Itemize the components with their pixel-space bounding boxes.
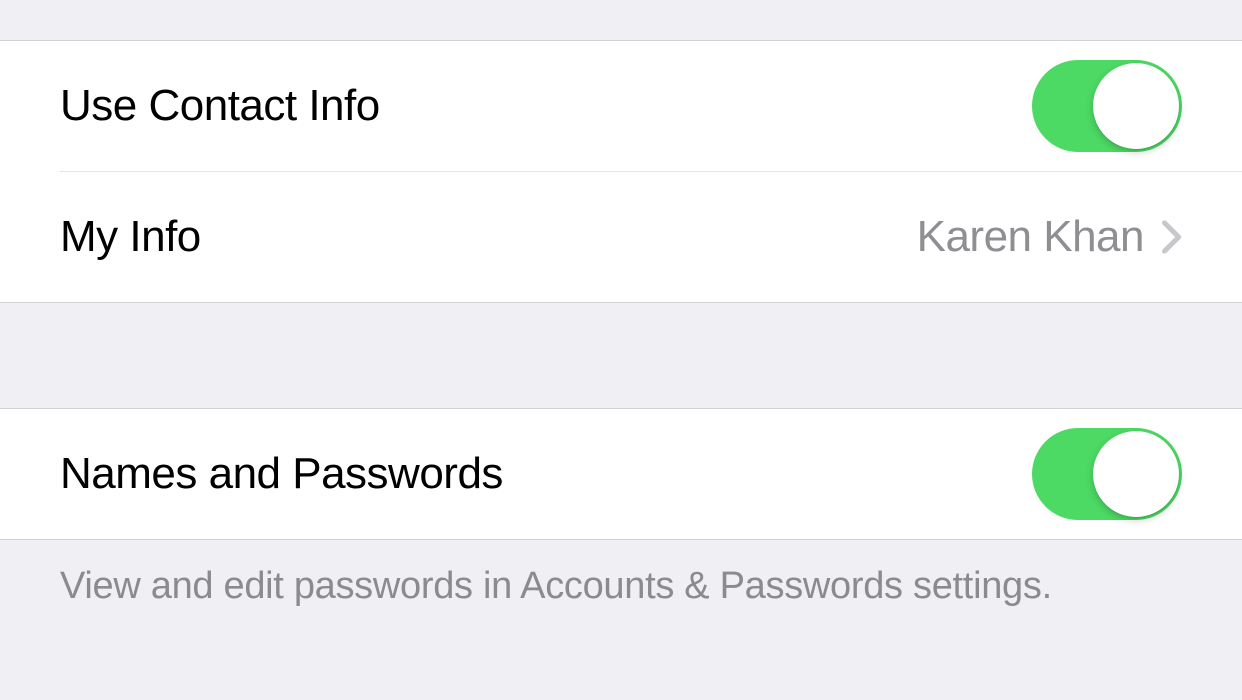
my-info-row[interactable]: My Info Karen Khan [0, 172, 1242, 302]
my-info-label: My Info [60, 212, 917, 262]
passwords-footer-text: View and edit passwords in Accounts & Pa… [0, 540, 1242, 611]
use-contact-info-label: Use Contact Info [60, 81, 1032, 131]
contact-info-section: Use Contact Info My Info Karen Khan [0, 40, 1242, 303]
toggle-knob [1093, 431, 1179, 517]
use-contact-info-toggle[interactable] [1032, 60, 1182, 152]
names-passwords-toggle[interactable] [1032, 428, 1182, 520]
section-spacer [0, 0, 1242, 40]
names-passwords-label: Names and Passwords [60, 449, 1032, 499]
names-passwords-row: Names and Passwords [0, 409, 1242, 539]
section-gap [0, 303, 1242, 408]
my-info-value: Karen Khan [917, 212, 1144, 262]
passwords-section: Names and Passwords [0, 408, 1242, 540]
toggle-knob [1093, 63, 1179, 149]
section-footer: View and edit passwords in Accounts & Pa… [0, 540, 1242, 700]
chevron-right-icon [1162, 219, 1182, 255]
use-contact-info-row: Use Contact Info [0, 41, 1242, 171]
